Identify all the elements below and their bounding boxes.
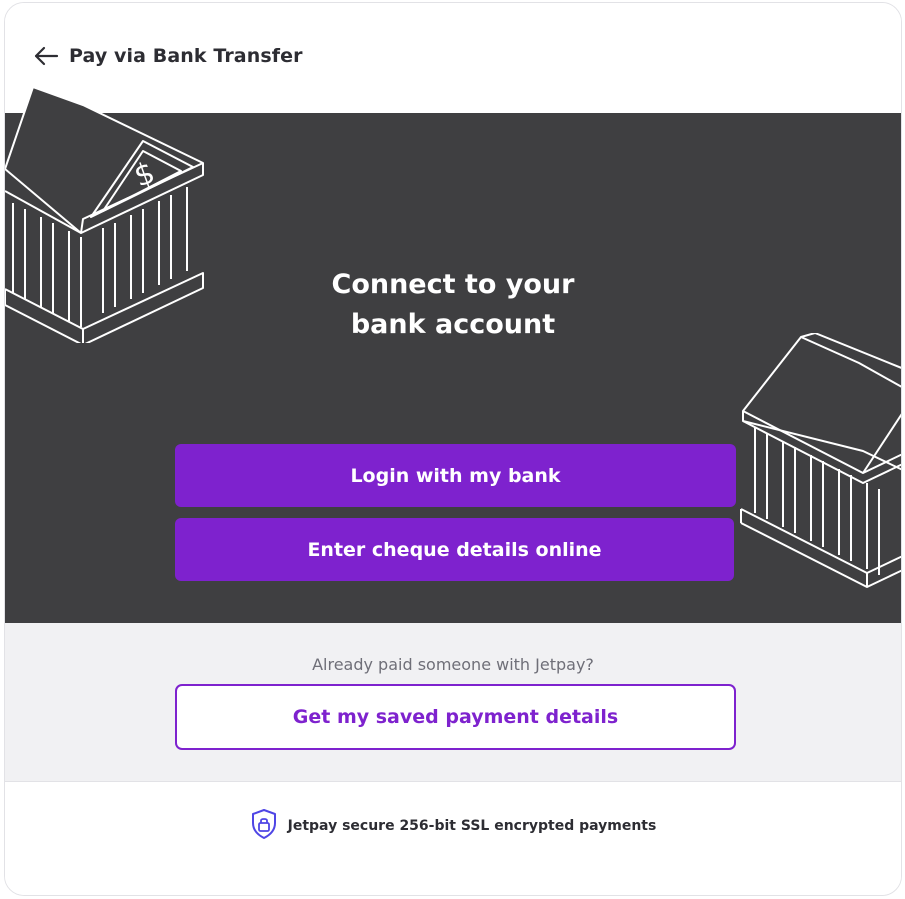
arrow-left-icon bbox=[33, 46, 59, 66]
back-button[interactable]: Pay via Bank Transfer bbox=[33, 45, 303, 67]
hero-title-line-2: bank account bbox=[350, 309, 556, 340]
hero-title: Connect to your bank account bbox=[5, 265, 901, 345]
footer: Jetpay secure 256-bit SSL encrypted paym… bbox=[5, 782, 901, 895]
hero-banner: $ Connect to your bank account Login wit… bbox=[5, 84, 901, 623]
hero-title-line-1: Connect to your bbox=[331, 269, 575, 300]
get-saved-payment-details-button[interactable]: Get my saved payment details bbox=[175, 684, 736, 750]
payment-card: Pay via Bank Transfer $ Connect to your … bbox=[4, 2, 902, 896]
saved-prompt-text: Already paid someone with Jetpay? bbox=[312, 655, 594, 674]
shield-lock-icon bbox=[250, 808, 278, 844]
bank-building-icon-right bbox=[739, 332, 901, 597]
page-title: Pay via Bank Transfer bbox=[69, 45, 303, 67]
secure-payments-text: Jetpay secure 256-bit SSL encrypted paym… bbox=[287, 818, 657, 834]
secure-payments-note: Jetpay secure 256-bit SSL encrypted paym… bbox=[5, 808, 901, 844]
login-with-bank-button[interactable]: Login with my bank bbox=[175, 444, 736, 507]
enter-cheque-details-button[interactable]: Enter cheque details online bbox=[175, 518, 734, 581]
saved-payments-section: Already paid someone with Jetpay? Get my… bbox=[5, 623, 901, 782]
